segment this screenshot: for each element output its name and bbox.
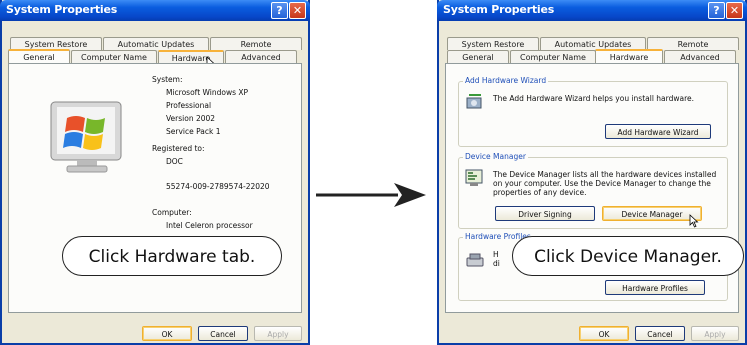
system-label: System: [152,75,183,84]
tab-system-restore[interactable]: System Restore [447,37,539,50]
ok-button[interactable]: OK [142,326,192,341]
close-icon[interactable]: ✕ [289,2,306,19]
help-icon[interactable]: ? [271,2,288,19]
add-hardware-wizard-button[interactable]: Add Hardware Wizard [605,124,711,139]
tab-hardware[interactable]: Hardware [595,49,663,63]
right-arrow-icon [316,183,426,207]
instruction-callout-left: Click Hardware tab. [62,236,282,276]
add-hardware-group: Add Hardware Wizard The Add Hardware Wiz… [458,76,728,147]
registered-name: DOC [166,157,183,166]
apply-button[interactable]: Apply [691,326,739,341]
tab-remote[interactable]: Remote [210,37,302,50]
registered-label: Registered to: [152,144,205,153]
system-properties-window-left: System Properties ? ✕ System Restore Aut… [0,0,310,345]
device-manager-button[interactable]: Device Manager [602,206,702,221]
add-hardware-group-title: Add Hardware Wizard [463,76,549,85]
hardware-profiles-icon [466,253,484,267]
tab-general[interactable]: General [8,49,70,63]
device-manager-description-line2: on your computer. Use the Device Manager… [493,179,711,188]
window-title: System Properties [443,3,555,16]
help-icon[interactable]: ? [708,2,725,19]
os-name: Microsoft Windows XP [166,88,249,97]
computer-label: Computer: [152,208,192,217]
mouse-cursor-icon [689,214,699,228]
device-manager-icon [465,169,483,186]
tab-advanced[interactable]: Advanced [664,50,736,63]
apply-button[interactable]: Apply [254,326,302,341]
device-manager-description-line1: The Device Manager lists all the hardwar… [493,170,717,179]
hardware-profiles-button[interactable]: Hardware Profiles [605,280,705,295]
tab-computer-name[interactable]: Computer Name [71,50,157,63]
instruction-callout-right: Click Device Manager. [512,236,744,276]
device-manager-group-title: Device Manager [463,152,528,161]
add-hardware-icon [466,94,482,109]
service-pack: Service Pack 1 [166,127,221,136]
cancel-button[interactable]: Cancel [198,326,248,341]
cancel-button[interactable]: Cancel [635,326,685,341]
tab-automatic-updates[interactable]: Automatic Updates [103,37,209,50]
processor-info: Intel Celeron processor [166,221,253,230]
os-version: Version 2002 [166,114,216,123]
hardware-profiles-description-line1: H [493,250,499,259]
hardware-profiles-description-line2: di [493,259,500,268]
tab-advanced[interactable]: Advanced [225,50,297,63]
title-bar[interactable]: System Properties ? ✕ [437,0,747,21]
product-id: 55274-009-2789574-22020 [166,182,270,191]
os-edition: Professional [166,101,212,110]
tab-computer-name[interactable]: Computer Name [510,50,596,63]
device-manager-group: Device Manager The Device Manager lists … [458,152,728,229]
windows-xp-logo-icon [50,101,122,173]
tab-general[interactable]: General [447,50,509,63]
device-manager-description-line3: properties of any device. [493,188,587,197]
ok-button[interactable]: OK [579,326,629,341]
driver-signing-button[interactable]: Driver Signing [495,206,595,221]
add-hardware-description: The Add Hardware Wizard helps you instal… [493,94,695,103]
window-title: System Properties [6,3,118,16]
title-bar[interactable]: System Properties ? ✕ [0,0,310,21]
system-properties-window-right: System Properties ? ✕ System Restore Aut… [437,0,747,345]
close-icon[interactable]: ✕ [726,2,743,19]
